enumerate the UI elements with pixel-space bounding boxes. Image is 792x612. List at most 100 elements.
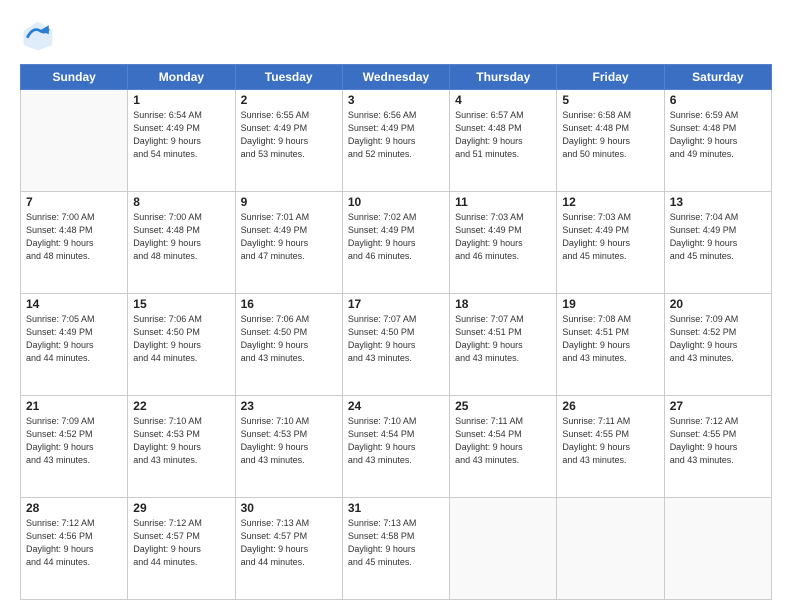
weekday-header-row: SundayMondayTuesdayWednesdayThursdayFrid… xyxy=(21,65,772,90)
calendar-cell: 12Sunrise: 7:03 AM Sunset: 4:49 PM Dayli… xyxy=(557,192,664,294)
day-info: Sunrise: 6:57 AM Sunset: 4:48 PM Dayligh… xyxy=(455,109,551,161)
day-number: 21 xyxy=(26,399,122,413)
day-info: Sunrise: 6:54 AM Sunset: 4:49 PM Dayligh… xyxy=(133,109,229,161)
calendar-cell xyxy=(21,90,128,192)
day-number: 2 xyxy=(241,93,337,107)
day-number: 3 xyxy=(348,93,444,107)
calendar-cell: 30 Sunrise: 7:13 AM Sunset: 4:57 PM Dayli… xyxy=(235,498,342,600)
day-info: Sunrise: 7:12 AM Sunset: 4:57 PM Dayligh… xyxy=(133,517,229,569)
day-number: 13 xyxy=(670,195,766,209)
day-number: 23 xyxy=(241,399,337,413)
week-row-5: 28 Sunrise: 7:12 AM Sunset: 4:56 PM Dayli… xyxy=(21,498,772,600)
calendar-cell: 29Sunrise: 7:12 AM Sunset: 4:57 PM Dayli… xyxy=(128,498,235,600)
day-info: Sunrise: 7:13 AM Sunset: 4:57 PM Dayligh… xyxy=(241,517,337,569)
calendar-cell: 20 Sunrise: 7:09 AM Sunset: 4:52 PM Dayli… xyxy=(664,294,771,396)
calendar-cell: 3 Sunrise: 6:56 AM Sunset: 4:49 PM Daylig… xyxy=(342,90,449,192)
day-info: Sunrise: 7:10 AM Sunset: 4:53 PM Dayligh… xyxy=(133,415,229,467)
calendar-cell: 17 Sunrise: 7:07 AM Sunset: 4:50 PM Dayli… xyxy=(342,294,449,396)
calendar-cell: 2 Sunrise: 6:55 AM Sunset: 4:49 PM Daylig… xyxy=(235,90,342,192)
day-info: Sunrise: 7:10 AM Sunset: 4:53 PM Dayligh… xyxy=(241,415,337,467)
logo-icon xyxy=(20,18,56,54)
calendar-cell: 22 Sunrise: 7:10 AM Sunset: 4:53 PM Dayli… xyxy=(128,396,235,498)
day-info: Sunrise: 6:58 AM Sunset: 4:48 PM Dayligh… xyxy=(562,109,658,161)
calendar-cell xyxy=(664,498,771,600)
day-number: 25 xyxy=(455,399,551,413)
calendar-cell xyxy=(450,498,557,600)
calendar-cell: 14Sunrise: 7:05 AM Sunset: 4:49 PM Dayli… xyxy=(21,294,128,396)
day-number: 15 xyxy=(133,297,229,311)
day-number: 22 xyxy=(133,399,229,413)
day-number: 31 xyxy=(348,501,444,515)
weekday-header-thursday: Thursday xyxy=(450,65,557,90)
weekday-header-tuesday: Tuesday xyxy=(235,65,342,90)
day-number: 10 xyxy=(348,195,444,209)
calendar-cell: 13 Sunrise: 7:04 AM Sunset: 4:49 PM Dayli… xyxy=(664,192,771,294)
weekday-header-saturday: Saturday xyxy=(664,65,771,90)
calendar-cell: 7 Sunrise: 7:00 AM Sunset: 4:48 PM Daylig… xyxy=(21,192,128,294)
day-number: 17 xyxy=(348,297,444,311)
calendar-cell xyxy=(557,498,664,600)
day-info: Sunrise: 7:08 AM Sunset: 4:51 PM Dayligh… xyxy=(562,313,658,365)
day-info: Sunrise: 7:09 AM Sunset: 4:52 PM Dayligh… xyxy=(670,313,766,365)
day-info: Sunrise: 7:11 AM Sunset: 4:55 PM Dayligh… xyxy=(562,415,658,467)
weekday-header-monday: Monday xyxy=(128,65,235,90)
day-info: Sunrise: 7:12 AM Sunset: 4:55 PM Dayligh… xyxy=(670,415,766,467)
day-info: Sunrise: 6:56 AM Sunset: 4:49 PM Dayligh… xyxy=(348,109,444,161)
day-number: 20 xyxy=(670,297,766,311)
calendar-cell: 21Sunrise: 7:09 AM Sunset: 4:52 PM Dayli… xyxy=(21,396,128,498)
day-number: 12 xyxy=(562,195,658,209)
day-info: Sunrise: 7:11 AM Sunset: 4:54 PM Dayligh… xyxy=(455,415,551,467)
week-row-1: 1 Sunrise: 6:54 AM Sunset: 4:49 PM Daylig… xyxy=(21,90,772,192)
day-info: Sunrise: 7:13 AM Sunset: 4:58 PM Dayligh… xyxy=(348,517,444,569)
day-info: Sunrise: 7:00 AM Sunset: 4:48 PM Dayligh… xyxy=(133,211,229,263)
calendar-cell: 25 Sunrise: 7:11 AM Sunset: 4:54 PM Dayli… xyxy=(450,396,557,498)
day-number: 11 xyxy=(455,195,551,209)
calendar-cell: 4 Sunrise: 6:57 AM Sunset: 4:48 PM Daylig… xyxy=(450,90,557,192)
day-info: Sunrise: 7:04 AM Sunset: 4:49 PM Dayligh… xyxy=(670,211,766,263)
header xyxy=(20,18,772,54)
calendar-cell: 8Sunrise: 7:00 AM Sunset: 4:48 PM Daylig… xyxy=(128,192,235,294)
day-info: Sunrise: 7:07 AM Sunset: 4:50 PM Dayligh… xyxy=(348,313,444,365)
day-number: 28 xyxy=(26,501,122,515)
day-number: 7 xyxy=(26,195,122,209)
weekday-header-sunday: Sunday xyxy=(21,65,128,90)
day-number: 27 xyxy=(670,399,766,413)
week-row-3: 14Sunrise: 7:05 AM Sunset: 4:49 PM Dayli… xyxy=(21,294,772,396)
day-info: Sunrise: 7:00 AM Sunset: 4:48 PM Dayligh… xyxy=(26,211,122,263)
week-row-2: 7 Sunrise: 7:00 AM Sunset: 4:48 PM Daylig… xyxy=(21,192,772,294)
day-info: Sunrise: 7:06 AM Sunset: 4:50 PM Dayligh… xyxy=(241,313,337,365)
day-number: 6 xyxy=(670,93,766,107)
day-number: 4 xyxy=(455,93,551,107)
calendar-cell: 31 Sunrise: 7:13 AM Sunset: 4:58 PM Dayli… xyxy=(342,498,449,600)
calendar-cell: 27 Sunrise: 7:12 AM Sunset: 4:55 PM Dayli… xyxy=(664,396,771,498)
day-number: 16 xyxy=(241,297,337,311)
calendar-cell: 24Sunrise: 7:10 AM Sunset: 4:54 PM Dayli… xyxy=(342,396,449,498)
day-info: Sunrise: 7:01 AM Sunset: 4:49 PM Dayligh… xyxy=(241,211,337,263)
day-number: 30 xyxy=(241,501,337,515)
day-info: Sunrise: 7:03 AM Sunset: 4:49 PM Dayligh… xyxy=(455,211,551,263)
calendar-cell: 23 Sunrise: 7:10 AM Sunset: 4:53 PM Dayli… xyxy=(235,396,342,498)
calendar-cell: 26 Sunrise: 7:11 AM Sunset: 4:55 PM Dayli… xyxy=(557,396,664,498)
calendar-cell: 28 Sunrise: 7:12 AM Sunset: 4:56 PM Dayli… xyxy=(21,498,128,600)
calendar-cell: 19 Sunrise: 7:08 AM Sunset: 4:51 PM Dayli… xyxy=(557,294,664,396)
day-info: Sunrise: 7:06 AM Sunset: 4:50 PM Dayligh… xyxy=(133,313,229,365)
day-info: Sunrise: 6:55 AM Sunset: 4:49 PM Dayligh… xyxy=(241,109,337,161)
calendar-cell: 5Sunrise: 6:58 AM Sunset: 4:48 PM Daylig… xyxy=(557,90,664,192)
calendar-cell: 6 Sunrise: 6:59 AM Sunset: 4:48 PM Daylig… xyxy=(664,90,771,192)
weekday-header-wednesday: Wednesday xyxy=(342,65,449,90)
day-info: Sunrise: 7:07 AM Sunset: 4:51 PM Dayligh… xyxy=(455,313,551,365)
calendar-cell: 9Sunrise: 7:01 AM Sunset: 4:49 PM Daylig… xyxy=(235,192,342,294)
calendar: SundayMondayTuesdayWednesdayThursdayFrid… xyxy=(20,64,772,600)
day-number: 26 xyxy=(562,399,658,413)
day-number: 14 xyxy=(26,297,122,311)
page: SundayMondayTuesdayWednesdayThursdayFrid… xyxy=(0,0,792,612)
day-number: 24 xyxy=(348,399,444,413)
day-info: Sunrise: 6:59 AM Sunset: 4:48 PM Dayligh… xyxy=(670,109,766,161)
day-number: 19 xyxy=(562,297,658,311)
calendar-cell: 1 Sunrise: 6:54 AM Sunset: 4:49 PM Daylig… xyxy=(128,90,235,192)
day-number: 1 xyxy=(133,93,229,107)
day-info: Sunrise: 7:12 AM Sunset: 4:56 PM Dayligh… xyxy=(26,517,122,569)
week-row-4: 21Sunrise: 7:09 AM Sunset: 4:52 PM Dayli… xyxy=(21,396,772,498)
day-number: 18 xyxy=(455,297,551,311)
logo xyxy=(20,18,60,54)
